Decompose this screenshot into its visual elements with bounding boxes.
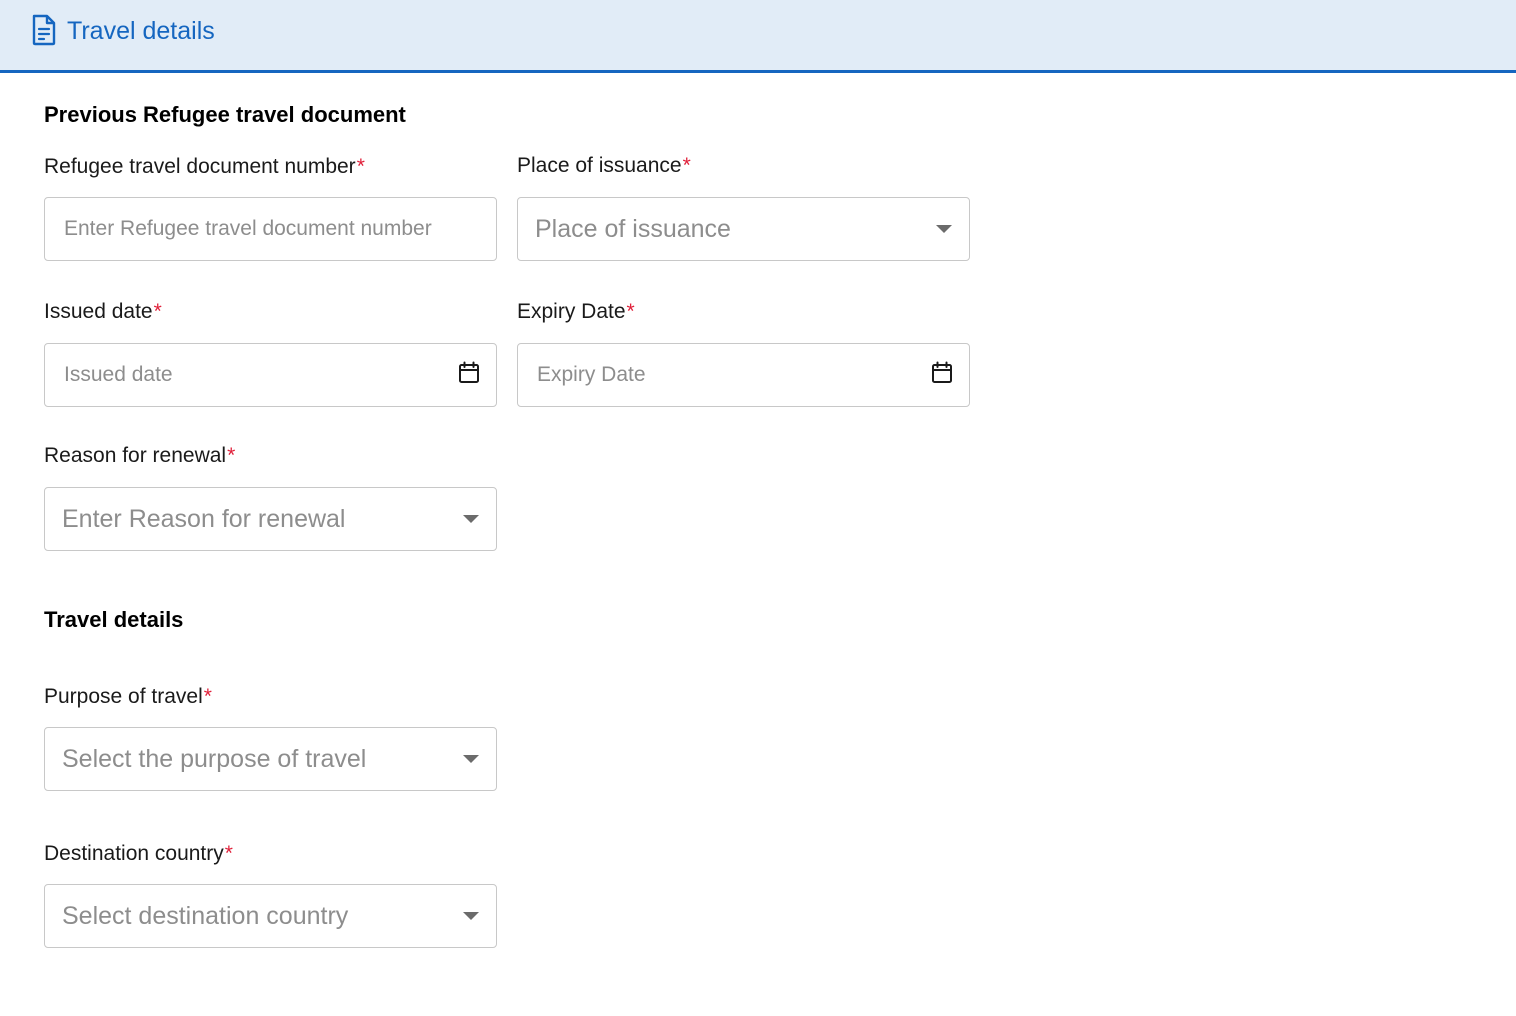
purpose-of-travel-select[interactable]: Select the purpose of travel [44,727,497,791]
purpose-of-travel-label: Purpose of travel* [44,685,212,708]
reason-for-renewal-selected-text: Enter Reason for renewal [62,505,346,533]
issued-date-label: Issued date* [44,300,162,323]
required-mark: * [203,685,212,708]
expiry-date-input[interactable] [518,344,969,406]
required-mark: * [626,300,635,323]
expiry-date-field-box [517,343,970,407]
required-mark: * [227,444,236,467]
page-title: Travel details [67,17,215,45]
doc-number-input[interactable] [45,198,496,260]
place-of-issuance-selected-text: Place of issuance [535,215,731,243]
calendar-icon[interactable] [931,361,953,385]
destination-country-select[interactable]: Select destination country [44,884,497,948]
doc-number-label: Refugee travel document number* [44,155,365,178]
calendar-icon[interactable] [458,361,480,385]
issued-date-input[interactable] [45,344,496,406]
place-of-issuance-label: Place of issuance* [517,154,691,177]
chevron-down-icon [936,225,952,233]
document-icon [31,14,57,46]
reason-for-renewal-select[interactable]: Enter Reason for renewal [44,487,497,551]
section-title-travel-details: Travel details [44,607,184,632]
chevron-down-icon [463,912,479,920]
chevron-down-icon [463,755,479,763]
destination-country-label: Destination country* [44,842,233,865]
section-title-previous-document: Previous Refugee travel document [44,102,406,127]
doc-number-field-box [44,197,497,261]
reason-for-renewal-label: Reason for renewal* [44,444,236,467]
purpose-of-travel-selected-text: Select the purpose of travel [62,745,367,773]
expiry-date-label: Expiry Date* [517,300,635,323]
page-header: Travel details [0,0,1516,73]
required-mark: * [153,300,162,323]
chevron-down-icon [463,515,479,523]
place-of-issuance-select[interactable]: Place of issuance [517,197,970,261]
required-mark: * [682,154,691,177]
issued-date-field-box [44,343,497,407]
required-mark: * [224,842,233,865]
required-mark: * [356,155,365,178]
destination-country-selected-text: Select destination country [62,902,349,930]
